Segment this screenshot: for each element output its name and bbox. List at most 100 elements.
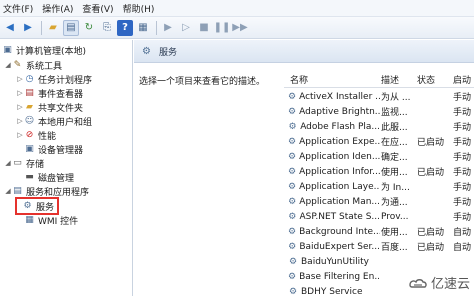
service-name: Application Infor... — [299, 166, 380, 177]
service-description: 使用... — [381, 168, 408, 178]
clock-icon: ◷ — [25, 74, 34, 84]
play-icon[interactable]: ▶ — [160, 20, 176, 36]
table-row[interactable]: ⚙ ActiveX Installer ... 为从 ... 手动 — [284, 89, 474, 104]
tree-item-label: 事件查看器 — [38, 89, 84, 100]
table-row[interactable]: ⚙ Application Man... 为通... 手动 — [284, 194, 474, 209]
table-row[interactable]: ⚙ Adaptive Brightn... 监视... 手动 — [284, 104, 474, 119]
table-row[interactable]: ⚙ Application Expe... 在应... 已启动 手动 — [284, 134, 474, 149]
service-startup-type: 手动 — [453, 108, 472, 118]
table-row[interactable]: ⚙ Application Infor... 使用... 已启动 手动 — [284, 164, 474, 179]
menu-help[interactable]: 帮助(H) — [123, 2, 155, 15]
tree-item-disk-management[interactable]: ▬ 磁盘管理 — [24, 170, 74, 184]
performance-icon: ⊘ — [25, 130, 34, 140]
list-header: 名称 描述 状态 启动 — [284, 70, 474, 88]
service-name: ASP.NET State S... — [299, 211, 380, 222]
properties-icon[interactable]: ▦ — [135, 20, 151, 36]
expand-arrow-icon[interactable]: ▷ — [16, 131, 24, 139]
service-startup-type: 手动 — [453, 153, 472, 163]
tree-item-shared-folders[interactable]: ▷ ▰ 共享文件夹 — [16, 100, 83, 114]
service-gear-icon: ⚙ — [288, 181, 297, 192]
cloud-logo-icon — [409, 278, 427, 288]
tree-item-performance[interactable]: ▷ ⊘ 性能 — [16, 128, 56, 142]
pause-icon[interactable]: ❚❚ — [214, 20, 231, 36]
restart-icon[interactable]: ▶▶ — [232, 20, 248, 36]
tree-item-label: 设备管理器 — [38, 145, 84, 156]
expand-arrow-icon[interactable]: ▷ — [16, 103, 24, 111]
refresh-icon[interactable]: ↻ — [81, 20, 97, 36]
tree-item-storage[interactable]: ◢ ▭ 存储 — [4, 156, 44, 170]
column-header-name[interactable]: 名称 — [290, 70, 308, 88]
computer-icon: ▣ — [3, 45, 12, 55]
service-description: Prov... — [381, 211, 409, 222]
tree-item-services-apps[interactable]: ◢ ▤ 服务和应用程序 — [4, 184, 89, 198]
tree-item-system-tools[interactable]: ◢ ✎ 系统工具 — [4, 58, 62, 72]
service-gear-icon: ⚙ — [288, 106, 297, 117]
table-row[interactable]: ⚙ Application Iden... 确定... 手动 — [284, 149, 474, 164]
help-icon[interactable]: ? — [117, 19, 133, 36]
storage-icon: ▭ — [13, 158, 22, 168]
forward-icon[interactable]: ▶ — [20, 20, 36, 36]
expand-arrow-icon[interactable]: ▷ — [16, 117, 24, 125]
service-state — [417, 119, 451, 134]
table-row[interactable]: ⚙ Background Inte... 使用... 已启动 自动 — [284, 224, 474, 239]
tree-item-root[interactable]: ▣ 计算机管理(本地) — [2, 43, 86, 57]
service-name-cell: ⚙ Application Expe... — [288, 134, 380, 149]
tree-item-local-users[interactable]: ▷ ☺ 本地用户和组 — [16, 114, 92, 128]
column-header-startup[interactable]: 启动 — [453, 70, 471, 88]
event-log-icon: ▤ — [25, 88, 34, 98]
service-startup-type: 手动 — [453, 138, 472, 148]
tree-item-event-viewer[interactable]: ▷ ▤ 事件查看器 — [16, 86, 83, 100]
service-state: 已启动 — [417, 138, 445, 148]
column-header-description[interactable]: 描述 — [381, 70, 399, 88]
tree-item-label: 性能 — [38, 131, 57, 142]
service-description: 为通... — [381, 198, 408, 208]
tree-item-label: 服务和应用程序 — [26, 187, 90, 198]
wmi-icon: ▦ — [25, 215, 34, 225]
service-description: 为从 ... — [381, 93, 411, 103]
tree-item-label: 共享文件夹 — [38, 103, 84, 114]
collapse-arrow-icon[interactable]: ◢ — [4, 159, 12, 167]
service-gear-icon: ⚙ — [288, 196, 297, 207]
services-list: 名称 描述 状态 启动 ⚙ ActiveX Installer ... 为从 ...… — [284, 64, 474, 296]
expand-arrow-icon[interactable]: ▷ — [16, 89, 24, 97]
service-name-cell: ⚙ ASP.NET State S... — [288, 209, 380, 224]
service-startup-type: 手动 — [453, 123, 472, 133]
collapse-arrow-icon[interactable]: ◢ — [4, 187, 12, 195]
service-state: 已启动 — [417, 168, 445, 178]
tree-item-label: 磁盘管理 — [38, 173, 75, 184]
service-name-cell: ⚙ BDHY Service — [288, 284, 380, 296]
back-icon[interactable]: ◀ — [2, 20, 18, 36]
folder-up-icon[interactable]: ▰ — [45, 20, 61, 36]
service-gear-icon: ⚙ — [288, 226, 297, 237]
tree-item-label: 存储 — [26, 159, 45, 170]
service-name-cell: ⚙ Background Inte... — [288, 224, 380, 239]
table-row[interactable]: ⚙ Adobe Flash Pla... 此服... 手动 — [284, 119, 474, 134]
column-header-state[interactable]: 状态 — [417, 70, 435, 88]
service-startup-type — [453, 254, 474, 269]
service-name-cell: ⚙ Application Iden... — [288, 149, 380, 164]
service-name: BaiduExpert Ser... — [299, 241, 380, 252]
stop-icon[interactable]: ■ — [196, 20, 212, 36]
menu-view[interactable]: 查看(V) — [82, 2, 113, 15]
service-name: Adobe Flash Pla... — [300, 121, 380, 132]
service-name: Application Laye... — [299, 181, 380, 192]
table-row[interactable]: ⚙ ASP.NET State S... Prov... 手动 — [284, 209, 474, 224]
tree-item-device-manager[interactable]: ▣ 设备管理器 — [24, 142, 83, 156]
collapse-arrow-icon[interactable]: ◢ — [4, 61, 12, 69]
tree-view-icon[interactable]: ▤ — [63, 19, 79, 36]
table-row[interactable]: ⚙ BaiduExpert Ser... 百度... 已启动 自动 — [284, 239, 474, 254]
service-gear-icon: ⚙ — [288, 136, 297, 147]
menu-file[interactable]: 文件(F) — [3, 2, 33, 15]
expand-arrow-icon[interactable]: ▷ — [16, 75, 24, 83]
tree-item-wmi[interactable]: ▦ WMI 控件 — [24, 213, 78, 227]
table-row[interactable]: ⚙ BaiduYunUtility — [284, 254, 474, 269]
menu-action[interactable]: 操作(A) — [42, 2, 73, 15]
tree-item-task-scheduler[interactable]: ▷ ◷ 任务计划程序 — [16, 72, 92, 86]
export-icon[interactable]: ⎘ — [99, 20, 115, 36]
service-name: ActiveX Installer ... — [299, 91, 380, 102]
tree-item-label: 计算机管理(本地) — [16, 46, 87, 57]
play-next-icon[interactable]: ▷ — [178, 20, 194, 36]
service-gear-icon: ⚙ — [288, 151, 297, 162]
table-row[interactable]: ⚙ Application Laye... 为 In... 手动 — [284, 179, 474, 194]
services-apps-icon: ▤ — [13, 186, 22, 196]
